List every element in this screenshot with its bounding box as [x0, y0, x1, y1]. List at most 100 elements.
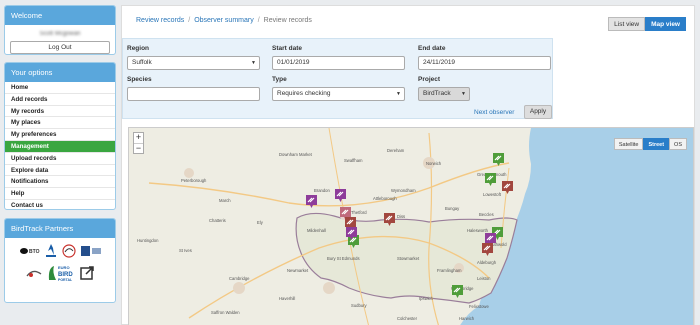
bird-marker-icon[interactable] — [305, 194, 318, 209]
zoom-control: + − — [133, 132, 144, 154]
end-date-label: End date — [418, 45, 446, 52]
zoom-in-button[interactable]: + — [134, 133, 143, 143]
place-label: Colchester — [397, 316, 418, 321]
map-canvas — [148, 128, 693, 325]
place-label: Stowmarket — [397, 256, 420, 261]
breadcrumb-current: Review records — [263, 17, 312, 24]
welcome-panel: Welcome Scott Mcgowan Log Out — [4, 5, 116, 55]
place-label: Harwich — [459, 316, 475, 321]
end-date-input[interactable]: 24/11/2019 — [418, 56, 551, 70]
menu-item-add-records[interactable]: Add records — [5, 94, 115, 106]
birdwatch-ireland-logo[interactable] — [61, 243, 77, 259]
eurobird-euro-text: EURO — [58, 265, 70, 270]
place-label: Beccles — [479, 212, 494, 217]
type-value: Requires checking — [277, 90, 331, 97]
chevron-down-icon: ▼ — [396, 91, 401, 97]
eurobird-portal-text: PORTAL — [58, 278, 73, 282]
region-select[interactable]: Suffolk ▼ — [127, 56, 260, 70]
region-label: Region — [127, 45, 150, 52]
menu-item-my-records[interactable]: My records — [5, 106, 115, 118]
place-label: Saffron Walden — [211, 310, 240, 315]
type-select[interactable]: Requires checking ▼ — [272, 87, 405, 101]
place-label: Attleborough — [373, 196, 397, 201]
place-label: Bury St Edmunds — [327, 256, 360, 261]
menu-item-management[interactable]: Management — [5, 140, 115, 153]
map[interactable]: + − Satellite Street OS Peterborough Dow… — [128, 127, 694, 325]
place-label: Diss — [397, 214, 406, 219]
place-label: Aldeburgh — [477, 260, 497, 265]
menu-item-upload-records[interactable]: Upload records — [5, 153, 115, 165]
map-type-control: Satellite Street OS — [613, 138, 687, 150]
street-button[interactable]: Street — [643, 138, 670, 150]
menu-item-my-preferences[interactable]: My preferences — [5, 129, 115, 141]
zoom-out-button[interactable]: − — [134, 143, 143, 153]
species-input[interactable] — [127, 87, 260, 101]
menu-item-explore-data[interactable]: Explore data — [5, 165, 115, 177]
start-date-label: Start date — [272, 45, 302, 52]
place-label: Cambridge — [229, 276, 250, 281]
bird-marker-icon[interactable] — [345, 226, 358, 241]
options-panel: Your options Home Add records My records… — [4, 62, 116, 210]
menu-item-my-places[interactable]: My places — [5, 117, 115, 130]
map-view-button[interactable]: Map view — [645, 17, 686, 31]
place-label: Chatteris — [209, 218, 226, 223]
place-label: Thetford — [351, 210, 367, 215]
menu-item-notifications[interactable]: Notifications — [5, 176, 115, 189]
place-label: Norwich — [426, 161, 442, 166]
partners-panel: BirdTrack Partners BTO EURO BIRD PORTAL — [4, 218, 116, 303]
place-label: Framlingham — [437, 268, 462, 273]
os-button[interactable]: OS — [669, 138, 687, 150]
apply-button[interactable]: Apply — [524, 105, 552, 119]
project-label: Project — [418, 76, 441, 83]
place-label: Downham Market — [279, 152, 312, 157]
bto-logo-text: BTO — [29, 249, 40, 255]
rspb-logo[interactable] — [44, 243, 58, 259]
partner-logos: BTO EURO BIRD PORTAL — [5, 238, 115, 289]
species-label: Species — [127, 76, 152, 83]
eurobird-portal-logo[interactable]: EURO BIRD PORTAL — [46, 262, 96, 284]
soc-logo[interactable] — [80, 244, 102, 258]
breadcrumb-separator: / — [257, 17, 260, 24]
breadcrumb-review-records[interactable]: Review records — [136, 17, 184, 24]
place-label: Ely — [257, 220, 263, 225]
username: Scott Mcgowan — [39, 31, 81, 37]
bird-marker-icon[interactable] — [451, 284, 464, 299]
bird-marker-icon[interactable] — [501, 180, 514, 195]
type-label: Type — [272, 76, 287, 83]
project-select[interactable]: BirdTrack ▼ — [418, 87, 470, 101]
chevron-down-icon: ▼ — [461, 91, 466, 97]
bird-marker-icon[interactable] — [492, 152, 505, 167]
place-label: Peterborough — [181, 178, 207, 183]
project-value: BirdTrack — [423, 90, 451, 97]
place-label: Swaffham — [344, 158, 363, 163]
breadcrumb-separator: / — [188, 17, 191, 24]
logout-button[interactable]: Log Out — [10, 41, 110, 54]
list-view-button[interactable]: List view — [608, 17, 646, 31]
breadcrumb-observer-summary[interactable]: Observer summary — [194, 17, 254, 24]
menu-item-contact-us[interactable]: Contact us — [5, 200, 115, 209]
bird-marker-icon[interactable] — [334, 188, 347, 203]
bto-logo[interactable]: BTO — [19, 244, 41, 258]
place-label: Felixstowe — [469, 304, 489, 309]
bird-marker-icon[interactable] — [383, 212, 396, 227]
place-label: Haverhill — [279, 296, 296, 301]
filter-panel: Region Suffolk ▼ Start date 01/01/2019 En… — [122, 38, 553, 119]
bird-marker-icon[interactable] — [484, 172, 497, 187]
start-date-input[interactable]: 01/01/2019 — [272, 56, 405, 70]
options-menu: Home Add records My records My places My… — [5, 82, 115, 209]
place-label: Lowestoft — [483, 192, 501, 197]
satellite-button[interactable]: Satellite — [613, 138, 644, 150]
menu-item-home[interactable]: Home — [5, 82, 115, 94]
place-label: Bungay — [445, 206, 460, 211]
options-heading: Your options — [5, 63, 115, 82]
wos-logo[interactable] — [25, 266, 43, 280]
chevron-down-icon: ▼ — [251, 60, 256, 66]
place-label: Mildenhall — [307, 228, 326, 233]
place-label: Brandon — [314, 188, 330, 193]
place-label: March — [219, 198, 231, 203]
partners-heading: BirdTrack Partners — [5, 219, 115, 238]
next-observer-link[interactable]: Next observer — [474, 109, 514, 116]
menu-item-help[interactable]: Help — [5, 188, 115, 200]
bird-marker-icon[interactable] — [481, 242, 494, 257]
region-value: Suffolk — [132, 59, 152, 66]
